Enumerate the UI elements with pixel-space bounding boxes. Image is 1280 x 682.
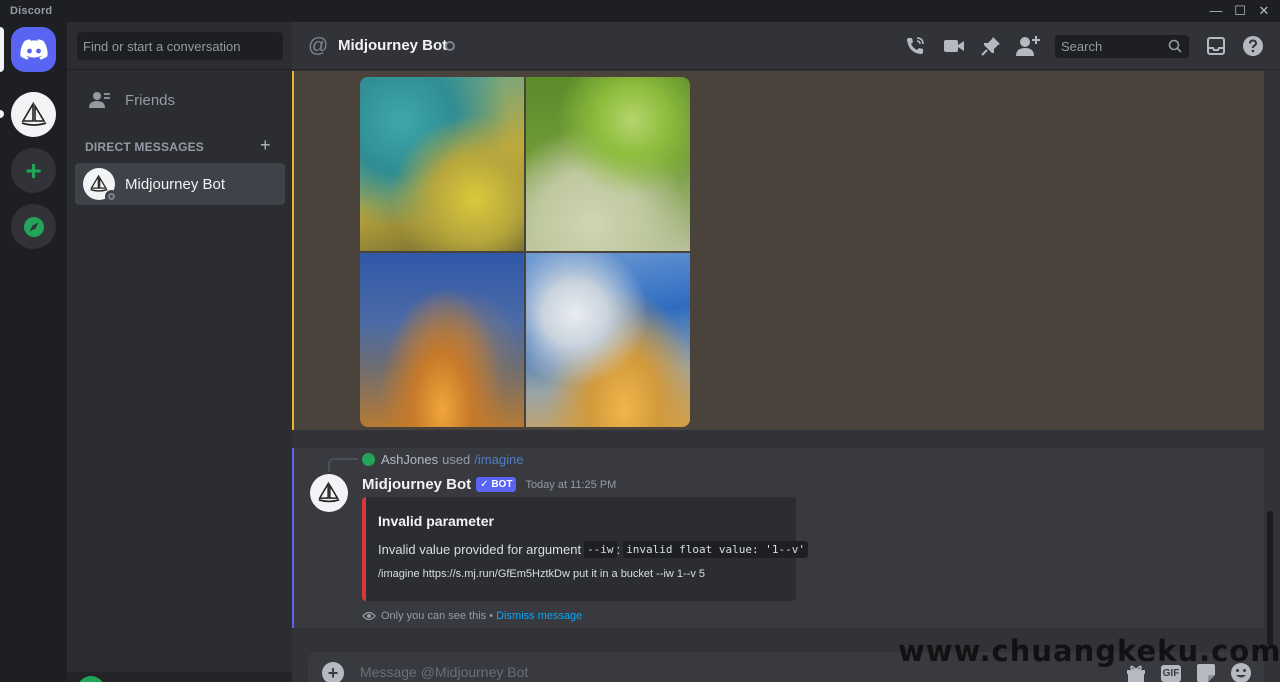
reply-used-text: used [442,452,471,467]
image-grid-attachment[interactable] [360,77,690,427]
server-midjourney[interactable] [11,92,56,137]
embed-command: /imagine https://s.mj.run/GfEm5HztkDw pu… [378,568,706,580]
maximize-button[interactable]: ☐ [1229,2,1251,20]
inbox-icon [1207,37,1225,55]
compass-icon [23,216,44,237]
eye-icon [362,611,376,621]
embed-description: Invalid value provided for argument --iw… [378,541,808,558]
pin-icon [981,37,1000,56]
discord-logo-icon [19,38,48,60]
error-embed: Invalid parameter Invalid value provided… [362,497,808,601]
reply-avatar [362,453,375,466]
embed-desc-text: Invalid value provided for argument [378,542,582,557]
search-icon [1168,39,1182,53]
plus-icon: + [25,154,42,186]
app-title: Discord [10,5,53,17]
ephemeral-text: Only you can see this • [381,610,494,622]
reply-spine [328,458,358,472]
user-panel [67,672,292,682]
message-ephemeral: AshJones used /imagine Midjourney Bot ✓ … [292,448,1264,628]
status-indicator [445,41,455,51]
author-avatar[interactable] [310,474,348,512]
reply-command-link[interactable]: /imagine [474,452,523,467]
channel-title: Midjourney Bot [338,37,448,54]
sailboat-icon [318,482,340,503]
home-button[interactable] [11,27,56,72]
phone-call-icon [907,37,924,54]
at-icon: @ [308,35,329,57]
search-input[interactable]: Search [1055,35,1189,58]
find-conversation-input[interactable]: Find or start a conversation [77,32,283,60]
direct-messages-header: DIRECT MESSAGES [85,140,205,154]
message-timestamp: Today at 11:25 PM [525,478,617,491]
video-icon [944,40,964,52]
unread-pill [0,110,4,118]
search-placeholder: Search [1061,39,1103,54]
user-avatar[interactable] [77,676,105,682]
help-icon [1243,36,1263,56]
friends-nav-item[interactable]: Friends [75,80,284,120]
add-member-icon [1016,36,1040,56]
message-list: AshJones used /imagine Midjourney Bot ✓ … [292,71,1280,646]
image-tile-4[interactable] [526,253,690,427]
help-button[interactable] [1241,35,1265,57]
add-server-button[interactable]: + [11,148,56,193]
chat-header: @ Midjourney Bot Search [292,22,1280,70]
friends-label: Friends [125,91,176,109]
explore-button[interactable] [11,204,56,249]
server-rail: + [0,22,67,682]
minimize-button[interactable]: — [1205,2,1227,20]
create-dm-button[interactable]: + [260,135,271,156]
start-video-call-button[interactable] [942,35,966,57]
message-highlighted [292,71,1264,430]
dm-name: Midjourney Bot [125,175,226,193]
reply-username[interactable]: AshJones [381,452,438,467]
avatar [83,168,118,203]
sidebar-divider [67,69,292,70]
embed-code-error: invalid float value: '1--v' [623,541,808,558]
main-chat: @ Midjourney Bot Search AshJones used /i… [292,22,1280,682]
friends-icon [89,92,110,108]
embed-code-arg: --iw [584,541,617,558]
pinned-messages-button[interactable] [979,35,1003,57]
inbox-button[interactable] [1204,35,1228,57]
image-tile-1[interactable] [360,77,524,251]
sailboat-icon [21,101,46,126]
dm-item-midjourney-bot[interactable]: Midjourney Bot [75,163,285,205]
embed-title: Invalid parameter [378,513,494,529]
command-reply-context[interactable]: AshJones used /imagine [362,452,523,467]
upload-plus-button[interactable]: + [322,662,344,682]
window-titlebar: Discord — ☐ ✕ [0,0,1280,22]
ephemeral-notice: Only you can see this • Dismiss message [362,610,582,622]
bot-badge: ✓ BOT [476,477,517,492]
dm-sidebar: Find or start a conversation Friends DIR… [67,22,292,682]
close-button[interactable]: ✕ [1253,2,1275,20]
image-tile-2[interactable] [526,77,690,251]
message-gap [292,430,1264,448]
add-friends-to-dm-button[interactable] [1016,35,1040,57]
status-indicator [105,190,118,203]
message-author[interactable]: Midjourney Bot [362,476,471,493]
scrollbar-thumb[interactable] [1267,511,1273,646]
message-header: Midjourney Bot ✓ BOT Today at 11:25 PM [362,476,616,493]
start-voice-call-button[interactable] [903,35,927,57]
watermark-text: www.chuangkeku.com [898,634,1280,668]
dismiss-message-link[interactable]: Dismiss message [496,610,582,622]
selected-pill [0,27,4,72]
image-tile-3[interactable] [360,253,524,427]
message-input[interactable]: Message @Midjourney Bot [360,664,528,680]
